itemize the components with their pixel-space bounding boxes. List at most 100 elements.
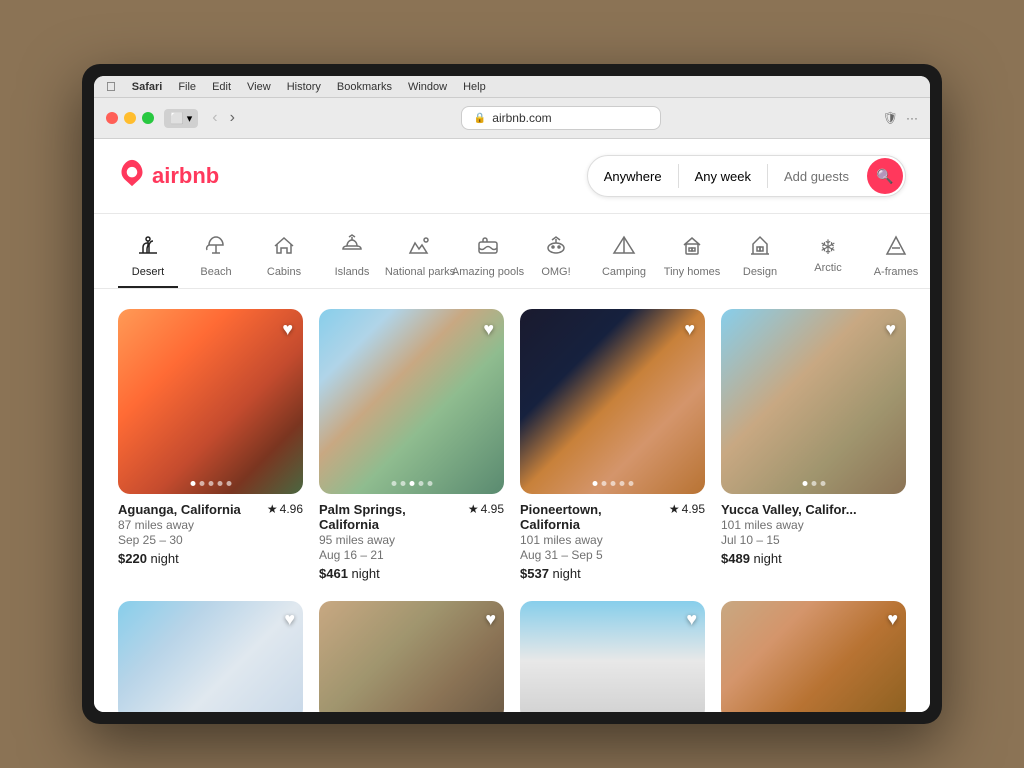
menu-history[interactable]: History <box>287 81 321 93</box>
search-submit-button[interactable]: 🔍 <box>867 158 903 194</box>
listing-distance-yv: 101 miles away <box>721 518 906 532</box>
listing-card-aguanga[interactable]: ♥ Aguanga, California <box>118 309 303 581</box>
listing-distance-ps: 95 miles away <box>319 533 504 547</box>
listings-second-row: ♥ ♥ ♥ ♥ <box>94 601 930 712</box>
listing-image-palm-springs: ♥ <box>319 309 504 494</box>
listing-card-bottom-2[interactable]: ♥ <box>319 601 504 712</box>
listing-image-bottom-3: ♥ <box>520 601 705 712</box>
listing-card-bottom-1[interactable]: ♥ <box>118 601 303 712</box>
back-button[interactable]: ‹ <box>208 110 221 126</box>
listing-dates-ps: Aug 16 – 21 <box>319 548 504 562</box>
airbnb-logo[interactable]: airbnb <box>118 159 219 194</box>
listing-image-bottom-2: ♥ <box>319 601 504 712</box>
dot-5 <box>427 481 432 486</box>
tab-national-parks[interactable]: National parks <box>390 226 450 288</box>
listing-price-ps: $461 night <box>319 566 504 581</box>
listing-dates-yv: Jul 10 – 15 <box>721 533 906 547</box>
islands-icon <box>340 234 364 262</box>
wishlist-aguanga[interactable]: ♥ <box>282 319 293 340</box>
dot-1 <box>391 481 396 486</box>
tab-cabins-label: Cabins <box>267 266 301 278</box>
listing-card-bottom-4[interactable]: ♥ <box>721 601 906 712</box>
dot-5 <box>628 481 633 486</box>
listing-card-palm-springs[interactable]: ♥ Palm Springs, California <box>319 309 504 581</box>
listing-rating-pt: ★ 4.95 <box>669 502 705 516</box>
wishlist-bottom-2[interactable]: ♥ <box>485 609 496 630</box>
listing-title-row-pt: Pioneertown, California ★ 4.95 <box>520 502 705 532</box>
desert-icon <box>136 234 160 262</box>
tab-omg[interactable]: OMG! <box>526 226 586 288</box>
wishlist-bottom-3[interactable]: ♥ <box>686 609 697 630</box>
minimize-button[interactable] <box>124 112 136 124</box>
url-text: airbnb.com <box>492 111 551 125</box>
address-bar[interactable]: 🔒 airbnb.com <box>461 106 661 130</box>
menu-bookmarks[interactable]: Bookmarks <box>337 81 392 93</box>
listing-card-bottom-3[interactable]: ♥ <box>520 601 705 712</box>
menu-edit[interactable]: Edit <box>212 81 231 93</box>
wishlist-yucca[interactable]: ♥ <box>885 319 896 340</box>
search-icon: 🔍 <box>876 168 893 185</box>
listing-dates-pt: Aug 31 – Sep 5 <box>520 548 705 562</box>
listing-title-row-ps: Palm Springs, California ★ 4.95 <box>319 502 504 532</box>
dot-5 <box>226 481 231 486</box>
forward-button[interactable]: › <box>226 110 239 126</box>
tab-design[interactable]: Design <box>730 226 790 288</box>
tab-amazing-pools[interactable]: Amazing pools <box>458 226 518 288</box>
listing-location-ps: Palm Springs, California <box>319 502 464 532</box>
tab-desert[interactable]: Desert <box>118 226 178 288</box>
omg-icon <box>544 234 568 262</box>
close-button[interactable] <box>106 112 118 124</box>
tab-switcher[interactable]: ⬜ ▾ <box>164 109 198 128</box>
tab-camping[interactable]: Camping <box>594 226 654 288</box>
tab-cabins[interactable]: Cabins <box>254 226 314 288</box>
listing-card-yucca[interactable]: ♥ Yucca Valley, Califor... 101 miles awa… <box>721 309 906 581</box>
shield-icon: 🛡 <box>883 111 898 125</box>
wishlist-bottom-1[interactable]: ♥ <box>284 609 295 630</box>
tab-islands[interactable]: Islands <box>322 226 382 288</box>
menu-window[interactable]: Window <box>408 81 447 93</box>
tiny-homes-icon <box>680 234 704 262</box>
dot-1 <box>190 481 195 486</box>
listing-image-aguanga: ♥ <box>118 309 303 494</box>
airbnb-logo-icon <box>118 159 146 194</box>
dot-2 <box>811 481 816 486</box>
any-week-button[interactable]: Any week <box>679 161 767 192</box>
tab-arctic[interactable]: ❄ Arctic <box>798 230 858 284</box>
listings-grid: ♥ Aguanga, California <box>94 289 930 601</box>
menu-file[interactable]: File <box>178 81 196 93</box>
page-content: airbnb Anywhere Any week Add guests 🔍 <box>94 139 930 712</box>
listing-dates-aguanga: Sep 25 – 30 <box>118 533 303 547</box>
dots-pioneertown <box>592 481 633 486</box>
search-bar[interactable]: Anywhere Any week Add guests 🔍 <box>587 155 906 197</box>
tab-a-frames-label: A-frames <box>874 266 919 278</box>
listing-image-bottom-4: ♥ <box>721 601 906 712</box>
dot-3 <box>820 481 825 486</box>
tab-islands-label: Islands <box>335 266 370 278</box>
menu-safari[interactable]: Safari <box>132 81 163 93</box>
listing-info-pioneertown: Pioneertown, California ★ 4.95 101 miles… <box>520 494 705 581</box>
anywhere-button[interactable]: Anywhere <box>588 161 678 192</box>
menu-help[interactable]: Help <box>463 81 486 93</box>
wishlist-bottom-4[interactable]: ♥ <box>887 609 898 630</box>
tab-a-frames[interactable]: A-frames <box>866 226 926 288</box>
menu-view[interactable]: View <box>247 81 271 93</box>
add-guests-button[interactable]: Add guests <box>768 161 865 192</box>
listing-card-pioneertown[interactable]: ♥ Pioneertown, California <box>520 309 705 581</box>
dot-1 <box>802 481 807 486</box>
browser-window:  Safari File Edit View History Bookmark… <box>94 76 930 712</box>
maximize-button[interactable] <box>142 112 154 124</box>
wishlist-palm-springs[interactable]: ♥ <box>483 319 494 340</box>
listing-info-aguanga: Aguanga, California ★ 4.96 87 miles away… <box>118 494 303 566</box>
tab-camping-label: Camping <box>602 266 646 278</box>
dot-2 <box>601 481 606 486</box>
tab-beach[interactable]: Beach <box>186 226 246 288</box>
category-tabs: Desert Beach <box>94 214 930 289</box>
dot-4 <box>217 481 222 486</box>
address-bar-container: 🔒 airbnb.com <box>249 106 873 130</box>
extensions-icon: ··· <box>906 111 918 125</box>
dots-aguanga <box>190 481 231 486</box>
tab-icon: ⬜ <box>170 112 184 125</box>
wishlist-pioneertown[interactable]: ♥ <box>684 319 695 340</box>
listing-info-palm-springs: Palm Springs, California ★ 4.95 95 miles… <box>319 494 504 581</box>
tab-tiny-homes[interactable]: Tiny homes <box>662 226 722 288</box>
